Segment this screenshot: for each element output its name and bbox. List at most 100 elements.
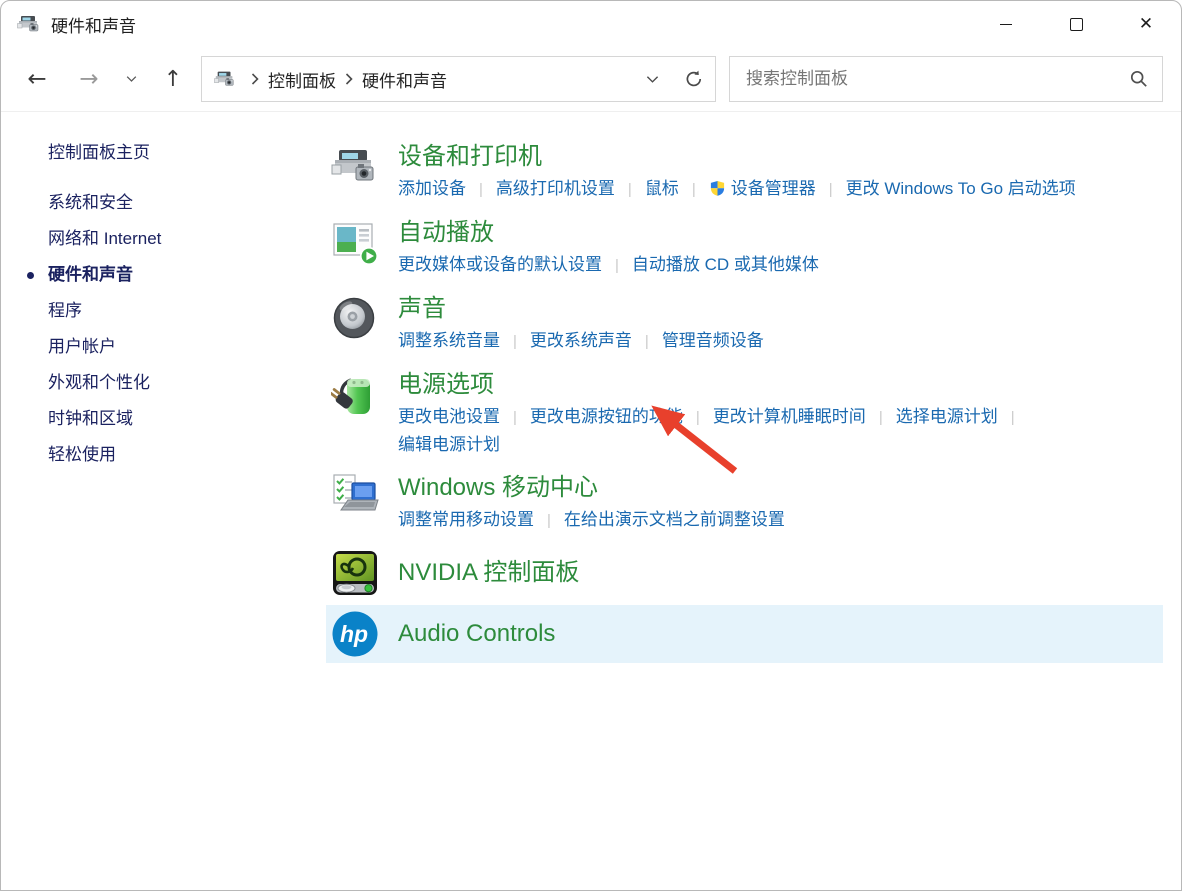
- active-bullet-icon: [27, 272, 34, 279]
- section-title-link[interactable]: 设备和打印机: [398, 142, 1163, 172]
- task-link[interactable]: 更改 Windows To Go 启动选项: [846, 179, 1076, 198]
- section-body: 声音调整系统音量|更改系统声音|管理音频设备: [398, 294, 1163, 355]
- sidebar-item[interactable]: 轻松使用: [25, 437, 326, 473]
- sidebar-item[interactable]: 硬件和声音: [25, 257, 326, 293]
- sidebar-item-label: 系统和安全: [48, 193, 133, 212]
- titlebar: 硬件和声音 ✕: [1, 1, 1181, 47]
- chevron-right-icon: [251, 73, 259, 85]
- task-link-group: 更改 Windows To Go 启动选项: [846, 179, 1076, 198]
- address-bar[interactable]: 控制面板 硬件和声音: [201, 56, 716, 102]
- svg-text:hp: hp: [340, 621, 368, 647]
- task-links: 更改电池设置 | 更改电源按钮的功能|更改计算机睡眠时间 | 选择电源计划 | 编辑电源计划: [398, 403, 1128, 458]
- task-link[interactable]: 调整常用移动设置: [398, 510, 534, 529]
- sidebar-item[interactable]: 外观和个性化: [25, 365, 326, 401]
- power-icon: [331, 370, 379, 418]
- autoplay-icon: [331, 218, 379, 266]
- breadcrumb: 控制面板 硬件和声音: [242, 67, 447, 92]
- minimize-button[interactable]: [971, 1, 1041, 47]
- link-separator: |: [479, 181, 483, 198]
- nvidia-icon: [331, 549, 379, 597]
- task-link[interactable]: 更改电源按钮的功能: [530, 407, 683, 426]
- section-title-link[interactable]: 声音: [398, 294, 1163, 324]
- task-link[interactable]: 鼠标: [645, 179, 679, 198]
- task-link[interactable]: 管理音频设备: [662, 331, 764, 350]
- sidebar-list: 系统和安全网络和 Internet 硬件和声音程序用户帐户外观和个性化时钟和区域轻…: [25, 185, 326, 473]
- search-box[interactable]: [729, 56, 1163, 102]
- task-link[interactable]: 调整系统音量: [398, 331, 500, 350]
- sidebar-item-label: 硬件和声音: [48, 265, 133, 284]
- task-link-group: 选择电源计划 |: [896, 407, 1028, 426]
- section-title-link[interactable]: Audio Controls: [398, 619, 1163, 649]
- sidebar-item[interactable]: 网络和 Internet: [25, 221, 326, 257]
- recent-pages-chevron-icon[interactable]: [119, 75, 143, 83]
- category-section: 设备和打印机添加设备 | 高级打印机设置|鼠标|设备管理器|更改 Windows T…: [331, 142, 1163, 203]
- task-link[interactable]: 更改电池设置: [398, 407, 500, 426]
- section-body: Audio Controls: [398, 619, 1163, 649]
- main-panel: 设备和打印机添加设备|高级打印机设置|鼠标|设备管理器|更改 Windows T…: [326, 112, 1181, 891]
- task-link[interactable]: 更改媒体或设备的默认设置: [398, 255, 602, 274]
- task-link[interactable]: 编辑电源计划: [398, 435, 500, 454]
- task-link[interactable]: 在给出演示文档之前调整设置: [564, 510, 785, 529]
- task-link[interactable]: 设备管理器: [709, 179, 816, 198]
- task-link[interactable]: 更改系统声音: [530, 331, 632, 350]
- task-links: 调整常用移动设置|在给出演示文档之前调整设置: [398, 506, 1128, 534]
- content-area: 控制面板主页 系统和安全网络和 Internet 硬件和声音程序用户帐户外观和个性…: [1, 112, 1181, 891]
- section-title-link[interactable]: NVIDIA 控制面板: [398, 558, 1163, 588]
- close-button[interactable]: ✕: [1111, 1, 1181, 47]
- sidebar-item[interactable]: 系统和安全: [25, 185, 326, 221]
- task-link-group: 更改电池设置 |: [398, 407, 530, 426]
- task-link-group: 添加设备 |: [398, 179, 496, 198]
- task-link-group: 更改计算机睡眠时间 |: [713, 407, 896, 426]
- minimize-icon: [1000, 24, 1012, 25]
- close-icon: ✕: [1139, 14, 1153, 34]
- section-title-link[interactable]: 电源选项: [398, 370, 1163, 400]
- task-link[interactable]: 高级打印机设置: [496, 179, 615, 198]
- task-link[interactable]: 更改计算机睡眠时间: [713, 407, 866, 426]
- task-links: 调整系统音量|更改系统声音|管理音频设备: [398, 327, 1128, 355]
- sidebar-item-label: 外观和个性化: [48, 373, 150, 392]
- section-body: NVIDIA 控制面板: [398, 558, 1163, 588]
- sidebar-item[interactable]: 用户帐户: [25, 329, 326, 365]
- back-button[interactable]: ←: [21, 66, 53, 92]
- maximize-button[interactable]: [1041, 1, 1111, 47]
- section-title-link[interactable]: Windows 移动中心: [398, 473, 1163, 503]
- navigation-toolbar: ← → ↑ 控制面板 硬件和声音: [1, 47, 1181, 112]
- breadcrumb-item[interactable]: 硬件和声音: [362, 67, 447, 92]
- category-section: hp Audio Controls: [326, 605, 1163, 663]
- task-link[interactable]: 自动播放 CD 或其他媒体: [632, 255, 819, 274]
- up-button[interactable]: ↑: [157, 67, 189, 92]
- task-link-group: 更改电源按钮的功能|: [530, 407, 713, 426]
- forward-button[interactable]: →: [73, 66, 105, 92]
- task-links: 更改媒体或设备的默认设置|自动播放 CD 或其他媒体: [398, 251, 1128, 279]
- window-controls: ✕: [971, 1, 1181, 47]
- printer-device-icon: [17, 12, 41, 36]
- task-link[interactable]: 添加设备: [398, 179, 466, 198]
- sidebar-item-home[interactable]: 控制面板主页: [25, 135, 326, 171]
- task-link-group: 鼠标|: [645, 179, 709, 198]
- search-icon[interactable]: [1130, 70, 1148, 88]
- link-separator: |: [879, 409, 883, 426]
- task-link-group: 管理音频设备: [662, 331, 764, 350]
- category-section: Windows 移动中心调整常用移动设置|在给出演示文档之前调整设置: [331, 473, 1163, 534]
- link-separator: |: [513, 409, 517, 426]
- maximize-icon: [1070, 18, 1083, 31]
- breadcrumb-item[interactable]: 控制面板: [268, 67, 336, 92]
- task-link-group: 高级打印机设置|: [496, 179, 645, 198]
- section-title-link[interactable]: 自动播放: [398, 218, 1163, 248]
- hp-icon: hp: [331, 610, 379, 658]
- refresh-icon[interactable]: [685, 70, 703, 88]
- category-section: 声音调整系统音量|更改系统声音|管理音频设备: [331, 294, 1163, 355]
- uac-shield-icon: [709, 180, 726, 197]
- address-dropdown-chevron-icon[interactable]: [646, 75, 659, 84]
- link-separator: |: [1011, 409, 1015, 426]
- section-body: 电源选项更改电池设置 | 更改电源按钮的功能|更改计算机睡眠时间 | 选择电源计划 | 编辑…: [398, 370, 1163, 458]
- chevron-right-icon: [345, 73, 353, 85]
- window-title: 硬件和声音: [51, 12, 136, 37]
- sidebar-item-label: 网络和 Internet: [48, 229, 161, 248]
- task-link[interactable]: 选择电源计划: [896, 407, 998, 426]
- search-input[interactable]: [744, 68, 1130, 90]
- sound-icon: [331, 294, 379, 342]
- sidebar-item[interactable]: 时钟和区域: [25, 401, 326, 437]
- sidebar-item[interactable]: 程序: [25, 293, 326, 329]
- task-link-group: 设备管理器|: [709, 179, 846, 198]
